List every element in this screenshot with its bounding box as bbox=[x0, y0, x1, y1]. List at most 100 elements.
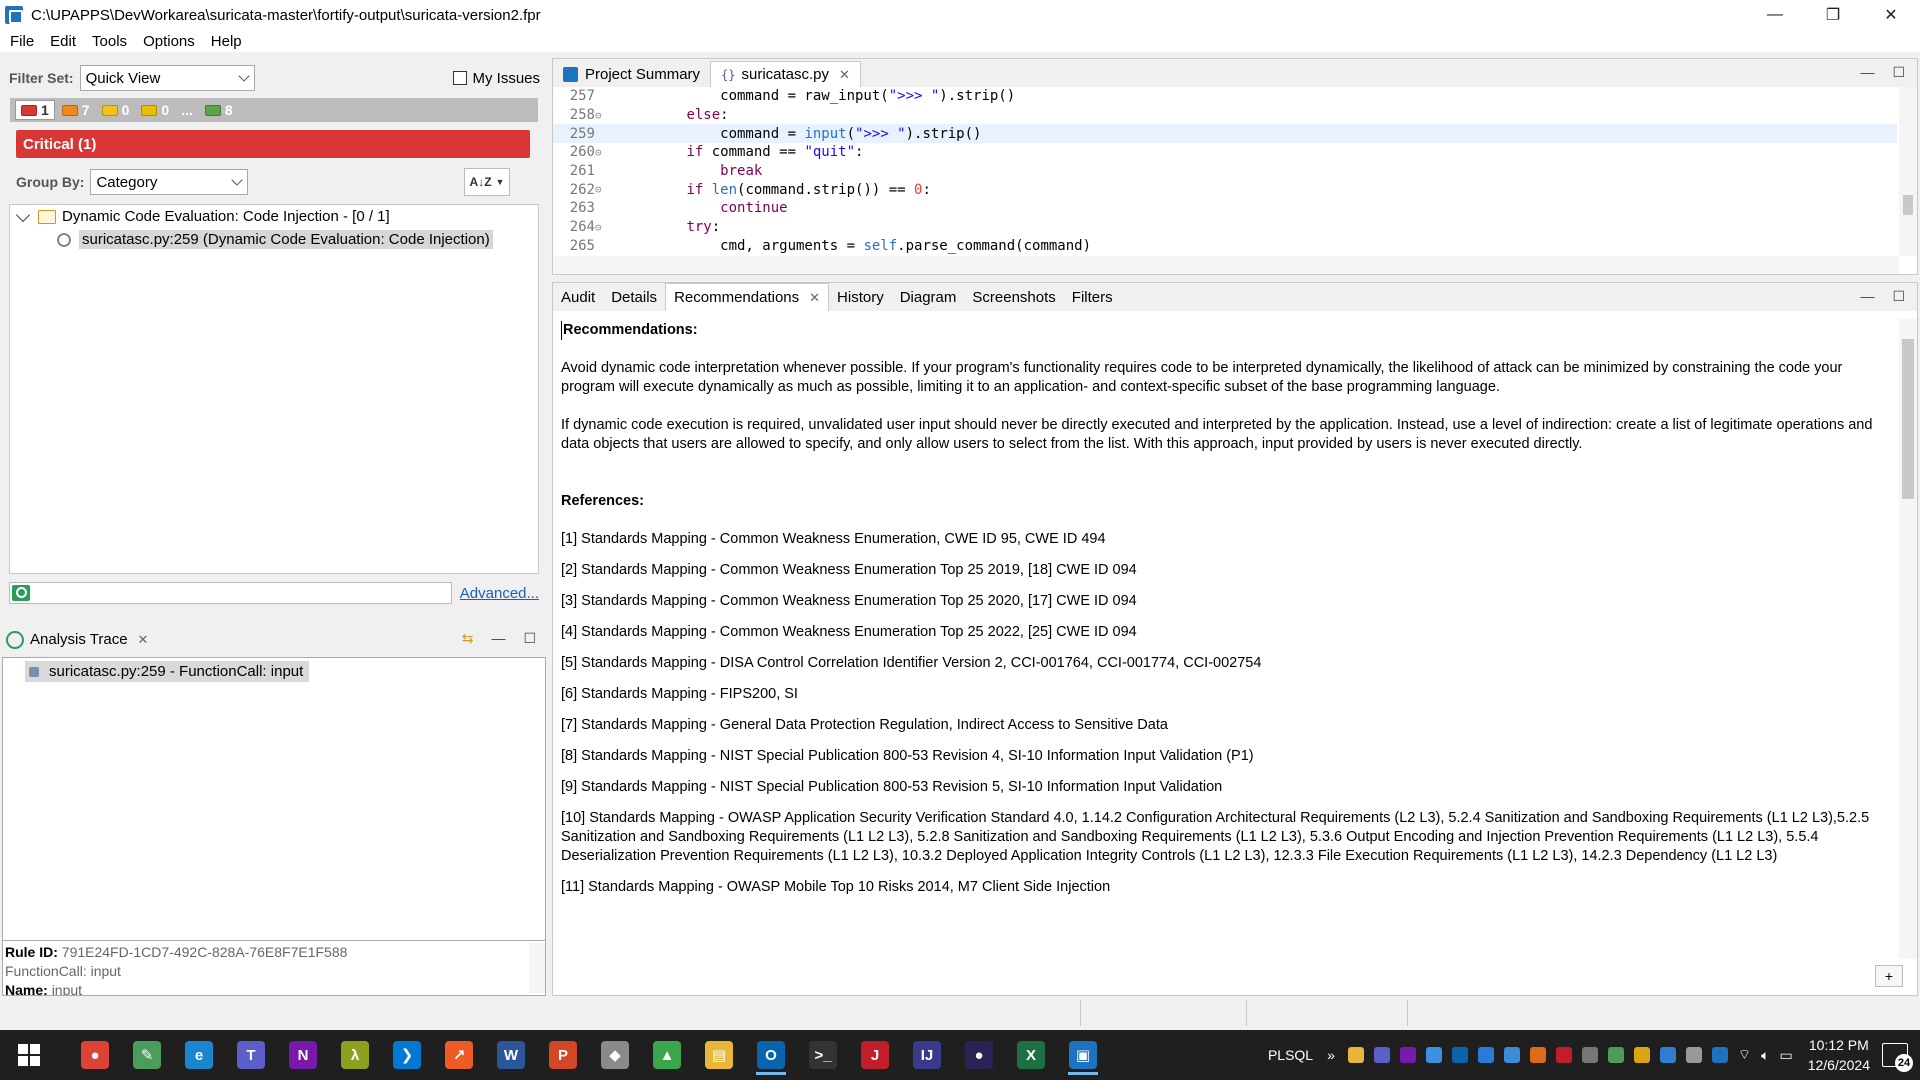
taskbar-app-notepad[interactable]: ✎ bbox=[126, 1034, 168, 1076]
lock-icon[interactable] bbox=[1581, 1047, 1598, 1063]
tab-history[interactable]: History bbox=[829, 283, 892, 311]
menu-options[interactable]: Options bbox=[135, 33, 203, 50]
minimize-icon[interactable]: — bbox=[491, 630, 505, 647]
tab-filters[interactable]: Filters bbox=[1064, 283, 1121, 311]
my-issues-toggle[interactable]: My Issues bbox=[453, 70, 540, 87]
tray-onenote-icon[interactable] bbox=[1399, 1047, 1416, 1063]
tray-plsql-label[interactable]: PLSQL bbox=[1268, 1047, 1313, 1063]
filter-set-select[interactable]: Quick View bbox=[79, 65, 255, 91]
editor-vscrollbar[interactable] bbox=[1899, 87, 1917, 256]
taskbar-app-excel[interactable]: X bbox=[1010, 1034, 1052, 1076]
tab-project-summary[interactable]: Project Summary bbox=[553, 61, 710, 87]
close-button[interactable]: ✕ bbox=[1862, 0, 1920, 30]
tab-all[interactable]: 8 bbox=[200, 100, 238, 120]
restore-button[interactable]: ❐ bbox=[1804, 0, 1862, 30]
my-issues-checkbox[interactable] bbox=[453, 71, 468, 85]
menu-edit[interactable]: Edit bbox=[42, 33, 84, 50]
tab-low[interactable]: 0 bbox=[136, 100, 174, 120]
search-icon[interactable] bbox=[12, 585, 30, 601]
code-line[interactable]: 265 cmd, arguments = self.parse_command(… bbox=[553, 237, 1897, 256]
tray-jetbrains-icon[interactable] bbox=[1555, 1047, 1572, 1063]
taskbar-app-jetbrains[interactable]: J bbox=[854, 1034, 896, 1076]
tab-recommendations[interactable]: Recommendations ✕ bbox=[665, 283, 830, 311]
fold-icon[interactable]: ⊝ bbox=[595, 146, 609, 159]
advanced-link[interactable]: Advanced... bbox=[460, 585, 539, 602]
tray-chart-icon[interactable] bbox=[1607, 1047, 1624, 1063]
tab-medium[interactable]: 0 bbox=[97, 100, 135, 120]
taskbar-app-powerpoint[interactable]: P bbox=[542, 1034, 584, 1076]
tab-critical[interactable]: 1 bbox=[15, 100, 55, 120]
taskbar-app-eclipse[interactable]: ● bbox=[958, 1034, 1000, 1076]
trace-item[interactable]: suricatasc.py:259 - FunctionCall: input bbox=[25, 661, 310, 682]
menu-file[interactable]: File bbox=[2, 33, 42, 50]
tray-sync-icon[interactable] bbox=[1503, 1047, 1520, 1063]
code-line[interactable]: 260 ⊝ if command == "quit": bbox=[553, 143, 1897, 162]
tray-overflow-icon[interactable]: » bbox=[1327, 1047, 1335, 1063]
fold-icon[interactable]: ⊝ bbox=[595, 221, 609, 234]
code-line[interactable]: 258 ⊝ else: bbox=[553, 106, 1897, 125]
taskbar-app-intellij[interactable]: IJ bbox=[906, 1034, 948, 1076]
tree-folder-row[interactable]: Dynamic Code Evaluation: Code Injection … bbox=[10, 205, 538, 228]
code-line[interactable]: 264 ⊝ try: bbox=[553, 218, 1897, 237]
close-icon[interactable]: ✕ bbox=[809, 290, 820, 306]
code-line[interactable]: 263 continue bbox=[553, 199, 1897, 218]
taskbar-app-onenote[interactable]: N bbox=[282, 1034, 324, 1076]
maximize-icon[interactable]: ☐ bbox=[1892, 64, 1905, 81]
bluetooth-icon[interactable] bbox=[1477, 1047, 1494, 1063]
close-icon[interactable]: ✕ bbox=[839, 67, 850, 83]
tray-outlook-icon[interactable] bbox=[1451, 1047, 1468, 1063]
group-by-select[interactable]: Category bbox=[90, 169, 249, 195]
scroll-thumb[interactable] bbox=[1903, 195, 1913, 215]
menu-help[interactable]: Help bbox=[203, 33, 250, 50]
code-line[interactable]: 262 ⊝ if len(command.strip()) == 0: bbox=[553, 180, 1897, 199]
code-line[interactable]: 261 break bbox=[553, 162, 1897, 181]
search-input[interactable] bbox=[9, 582, 452, 604]
clock[interactable]: 10:12 PM 12/6/2024 bbox=[1808, 1035, 1870, 1075]
code-line[interactable]: 257 command = raw_input(">>> ").strip() bbox=[553, 87, 1897, 106]
maximize-icon[interactable]: ☐ bbox=[523, 630, 536, 647]
trace-options-icon[interactable]: ⇆ bbox=[462, 630, 474, 647]
code-line[interactable]: 259 command = input(">>> ").strip() bbox=[553, 124, 1897, 144]
details-vscrollbar[interactable] bbox=[1899, 319, 1917, 959]
tray-fortify-icon[interactable] bbox=[1711, 1047, 1728, 1063]
rule-scrollbar[interactable] bbox=[529, 943, 545, 993]
tab-audit[interactable]: Audit bbox=[553, 283, 603, 311]
editor-hscrollbar[interactable] bbox=[553, 256, 1899, 274]
menu-tools[interactable]: Tools bbox=[84, 33, 135, 50]
taskbar-app-rider[interactable]: ▲ bbox=[646, 1034, 688, 1076]
code-view[interactable]: 257 command = raw_input(">>> ").strip() 2… bbox=[553, 87, 1897, 255]
sort-button[interactable]: A↓Z ▼ bbox=[464, 168, 510, 196]
taskbar-app-explorer[interactable]: ▤ bbox=[698, 1034, 740, 1076]
tab-high[interactable]: 7 bbox=[57, 100, 95, 120]
fold-icon[interactable]: ⊝ bbox=[595, 109, 609, 122]
taskbar-app-postman[interactable]: ↗ bbox=[438, 1034, 480, 1076]
taskbar-app-fortify[interactable]: ▣ bbox=[1062, 1034, 1104, 1076]
fold-icon[interactable]: ⊝ bbox=[595, 183, 609, 196]
taskbar-app-teams[interactable]: T bbox=[230, 1034, 272, 1076]
tray-alert-icon[interactable] bbox=[1529, 1047, 1546, 1063]
maximize-icon[interactable]: ☐ bbox=[1892, 288, 1905, 305]
expand-caret-icon[interactable] bbox=[15, 207, 31, 222]
taskbar-app-lambda[interactable]: λ bbox=[334, 1034, 376, 1076]
tab-details[interactable]: Details bbox=[603, 283, 665, 311]
taskbar-app-chrome[interactable]: ● bbox=[74, 1034, 116, 1076]
taskbar-app-outlook[interactable]: O bbox=[750, 1034, 792, 1076]
usb-icon[interactable] bbox=[1685, 1047, 1702, 1063]
tab-more[interactable]: ... bbox=[176, 100, 198, 120]
onedrive-icon[interactable] bbox=[1425, 1047, 1442, 1063]
scroll-thumb[interactable] bbox=[1902, 339, 1914, 499]
wifi-icon[interactable]: ⌔ bbox=[1738, 1046, 1751, 1064]
tray-teams-icon[interactable] bbox=[1373, 1047, 1390, 1063]
tab-diagram[interactable]: Diagram bbox=[892, 283, 965, 311]
tray-app-icon[interactable] bbox=[1347, 1047, 1364, 1063]
battery-icon[interactable]: ▭ bbox=[1779, 1047, 1792, 1064]
tray-display-icon[interactable] bbox=[1659, 1047, 1676, 1063]
add-button[interactable]: + bbox=[1875, 965, 1903, 987]
taskbar-app-vscode[interactable]: ❯ bbox=[386, 1034, 428, 1076]
tray-notes-icon[interactable] bbox=[1633, 1047, 1650, 1063]
minimize-icon[interactable]: — bbox=[1860, 64, 1874, 81]
close-icon[interactable]: ✕ bbox=[138, 632, 149, 648]
notification-center-icon[interactable]: 24 bbox=[1882, 1043, 1913, 1072]
taskbar-app-word[interactable]: W bbox=[490, 1034, 532, 1076]
tab-screenshots[interactable]: Screenshots bbox=[964, 283, 1063, 311]
